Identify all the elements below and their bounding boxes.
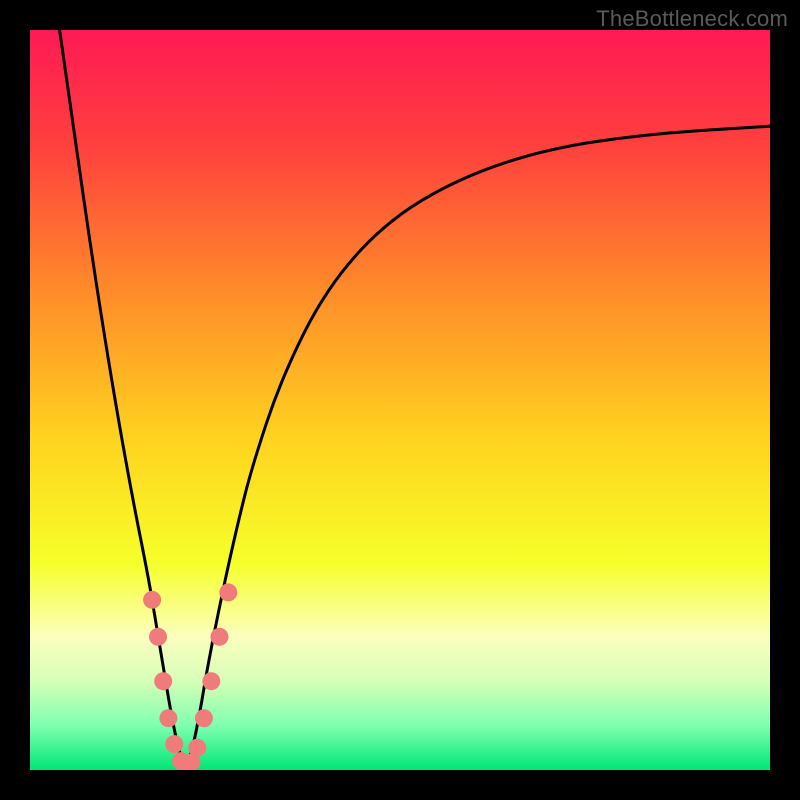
marker-point: [143, 591, 161, 609]
watermark-text: TheBottleneck.com: [596, 6, 788, 32]
marker-point: [195, 709, 213, 727]
marker-point: [159, 709, 177, 727]
marker-point: [149, 628, 167, 646]
chart-frame: TheBottleneck.com: [0, 0, 800, 800]
marker-point: [202, 672, 220, 690]
chart-plot-area: [30, 30, 770, 770]
chart-svg: [30, 30, 770, 770]
gradient-background: [30, 30, 770, 770]
marker-point: [219, 583, 237, 601]
marker-point: [188, 739, 206, 757]
marker-point: [154, 672, 172, 690]
marker-point: [210, 628, 228, 646]
marker-point: [165, 735, 183, 753]
